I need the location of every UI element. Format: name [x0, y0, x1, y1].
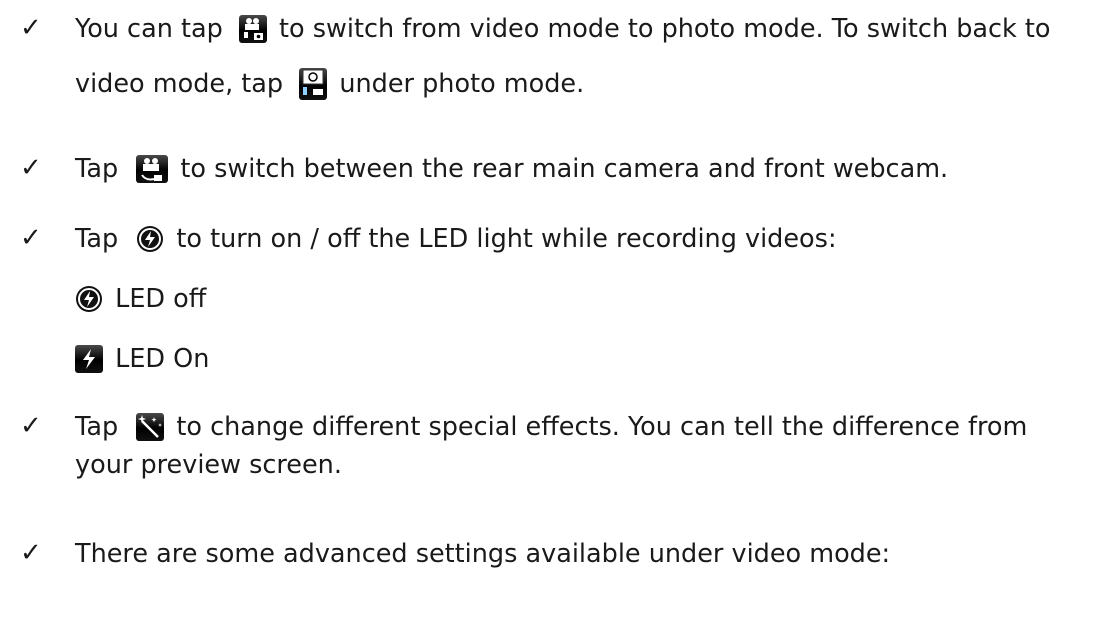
text: to turn on / off the LED light while rec… [176, 224, 837, 254]
check-bullet: ✓ [20, 538, 42, 568]
check-bullet: ✓ [20, 223, 42, 253]
text: to change different special effects. You… [176, 412, 1028, 442]
magic-wand-icon [136, 413, 165, 441]
switch-camera-icon [136, 155, 169, 183]
flash-off-icon [75, 285, 103, 313]
text: LED On [115, 344, 210, 374]
text-line: There are some advanced settings availab… [75, 535, 890, 572]
text-line: your preview screen. [75, 446, 342, 483]
text-line: Tap to switch between the rear main came… [75, 150, 948, 187]
text-line: video mode, tap under photo mode. [75, 65, 584, 102]
text: to switch from video mode to photo mode.… [279, 14, 1051, 44]
text-line: Tap to change different special effects.… [75, 408, 1027, 445]
check-bullet: ✓ [20, 411, 42, 441]
text: under photo mode. [339, 69, 585, 99]
text: Tap [75, 224, 119, 254]
sub-line: LED off [75, 280, 206, 317]
text: Tap [75, 154, 119, 184]
check-bullet: ✓ [20, 13, 42, 43]
text: There are some advanced settings availab… [75, 539, 891, 569]
text: Tap [75, 412, 119, 442]
photo-to-video-icon [299, 68, 328, 100]
text: your preview screen. [75, 450, 342, 480]
text-line: Tap to turn on / off the LED light while… [75, 220, 837, 257]
text: LED off [115, 284, 207, 314]
flash-off-icon [136, 225, 164, 253]
text: to switch between the rear main camera a… [180, 154, 949, 184]
text-line: You can tap to switch from video mode to… [75, 10, 1051, 47]
sub-line: LED On [75, 340, 209, 377]
text: You can tap [75, 14, 223, 44]
check-bullet: ✓ [20, 153, 42, 183]
text: video mode, tap [75, 69, 284, 99]
video-to-photo-icon [238, 15, 267, 43]
flash-on-icon [75, 345, 103, 373]
